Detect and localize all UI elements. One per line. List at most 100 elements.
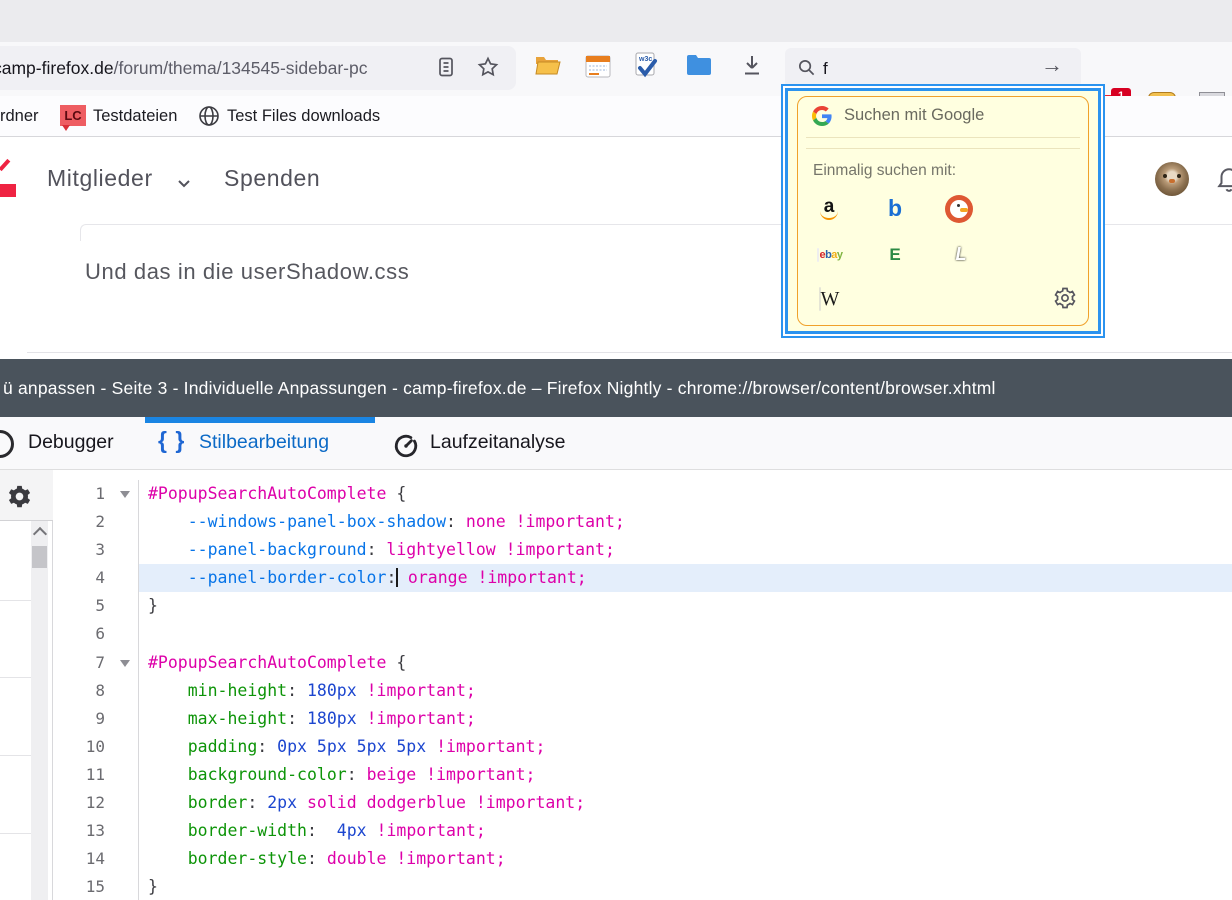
editor-line[interactable]: 2 --windows-panel-box-shadow: none !impo… [53, 508, 1232, 536]
bookmark-item-ordner[interactable]: rdner [0, 96, 39, 136]
amazon-smile-icon [820, 211, 838, 220]
code-line[interactable] [138, 620, 1232, 648]
line-number: 6 [95, 620, 105, 648]
line-number: 5 [95, 592, 105, 620]
bookmark-item-test-files[interactable]: Test Files downloads [227, 96, 380, 136]
editor-line[interactable]: 5} [53, 592, 1232, 620]
toolbox-titlebar: ü anpassen - Seite 3 - Individuelle Anpa… [0, 359, 1232, 417]
post-text: Und das in die userShadow.css [85, 259, 409, 285]
code-line[interactable]: } [138, 592, 1232, 620]
nav-mitglieder[interactable]: Mitglieder [47, 165, 153, 192]
line-number: 11 [86, 761, 105, 789]
url-path: /forum/thema/134545-sidebar-pc [114, 58, 368, 78]
line-number-gutter: 7 [53, 649, 138, 677]
engine-ecosia[interactable]: E [881, 241, 909, 269]
engine-bing[interactable]: b [881, 195, 909, 223]
url-text: camp-firefox.de/forum/thema/134545-sideb… [0, 46, 368, 90]
code-line[interactable]: --panel-background: lightyellow !importa… [138, 536, 1232, 564]
code-line[interactable]: max-height: 180px !important; [138, 705, 1232, 733]
line-number-gutter: 11 [53, 761, 138, 789]
line-number: 13 [86, 817, 105, 845]
code-line[interactable]: background-color: beige !important; [138, 761, 1232, 789]
folder-blue-icon[interactable] [686, 54, 712, 80]
bing-glyph: b [888, 195, 902, 221]
search-go-arrow-icon[interactable]: → [1041, 52, 1063, 78]
editor-line[interactable]: 11 background-color: beige !important; [53, 761, 1232, 789]
bookmark-item-testdateien[interactable]: Testdateien [93, 96, 177, 136]
code-line[interactable]: border: 2px solid dodgerblue !important; [138, 789, 1232, 817]
code-line[interactable]: --windows-panel-box-shadow: none !import… [138, 508, 1232, 536]
devtools-tabbar: Debugger { } Stilbearbeitung Laufzeitana… [0, 417, 1232, 470]
code-line[interactable]: border-style: double !important; [138, 845, 1232, 873]
list-separator [0, 833, 31, 834]
search-icon [797, 58, 816, 77]
notifications-bell-icon[interactable] [1214, 163, 1232, 195]
engine-ebay[interactable]: ebay [816, 242, 844, 270]
fold-arrow-icon[interactable] [120, 660, 130, 667]
editor-line[interactable]: 7#PopupSearchAutoComplete { [53, 649, 1232, 677]
editor-line[interactable]: 10 padding: 0px 5px 5px 5px !important; [53, 733, 1232, 761]
engine-wikipedia[interactable]: W [815, 286, 843, 314]
url-bar[interactable]: camp-firefox.de/forum/thema/134545-sideb… [0, 46, 516, 90]
folder-yellow-icon[interactable] [535, 54, 561, 80]
engine-duckduckgo[interactable] [945, 195, 973, 223]
style-editor-braces-icon: { } [158, 427, 185, 454]
fold-arrow-icon[interactable] [120, 491, 130, 498]
google-logo-icon [812, 106, 832, 126]
w3c-validator-icon[interactable]: w3c [632, 52, 658, 78]
popup-panel: Suchen mit Google Einmalig suchen mit: a… [785, 88, 1101, 334]
line-number: 2 [95, 508, 105, 536]
editor-line[interactable]: 15} [53, 873, 1232, 900]
user-avatar[interactable] [1155, 162, 1189, 196]
code-line[interactable]: min-height: 180px !important; [138, 677, 1232, 705]
tab-laufzeitanalyse[interactable]: Laufzeitanalyse [430, 431, 566, 454]
editor-line[interactable]: 9 max-height: 180px !important; [53, 705, 1232, 733]
reader-mode-icon[interactable] [434, 55, 460, 81]
line-number: 1 [95, 480, 105, 508]
code-line[interactable]: } [138, 873, 1232, 900]
editor-line[interactable]: 13 border-width: 4px !important; [53, 817, 1232, 845]
options-gear-icon[interactable] [6, 483, 33, 510]
editor-line[interactable]: 8 min-height: 180px !important; [53, 677, 1232, 705]
globe-icon[interactable] [198, 105, 220, 127]
scroll-up-arrow-icon[interactable] [33, 527, 47, 541]
active-tab-indicator [145, 417, 375, 423]
code-line[interactable]: --panel-border-color: orange !important; [138, 564, 1232, 592]
download-icon[interactable] [740, 53, 766, 79]
nav-spenden[interactable]: Spenden [224, 165, 320, 192]
stylesheet-list-sidebar [0, 470, 53, 900]
editor-line[interactable]: 6 [53, 620, 1232, 648]
editor-line[interactable]: 1 #PopupSearchAutoComplete { [53, 480, 1232, 508]
code-line[interactable]: padding: 0px 5px 5px 5px !important; [138, 733, 1232, 761]
one-time-search-label: Einmalig suchen mit: [813, 162, 956, 180]
list-separator [0, 600, 31, 601]
site-logo-fragment [0, 184, 16, 197]
line-number-gutter: 5 [53, 592, 138, 620]
search-bar[interactable]: → [785, 48, 1081, 88]
search-settings-gear-icon[interactable] [1053, 286, 1077, 310]
bookmark-lc-icon[interactable]: LC [60, 105, 86, 126]
engine-leo[interactable]: L [947, 241, 975, 269]
engine-amazon[interactable]: a [815, 195, 843, 223]
line-number: 10 [86, 733, 105, 761]
bookmark-star-icon[interactable] [476, 55, 502, 81]
sidebar-scrollbar[interactable] [31, 521, 48, 900]
editor-line[interactable]: 12 border: 2px solid dodgerblue !importa… [53, 789, 1232, 817]
sidebar-toolbar [0, 470, 53, 521]
screen: camp-firefox.de/forum/thema/134545-sideb… [0, 0, 1232, 900]
calendar-icon[interactable] [585, 54, 611, 80]
editor-line[interactable]: 3 --panel-background: lightyellow !impor… [53, 536, 1232, 564]
line-number-gutter: 13 [53, 817, 138, 845]
editor-line[interactable]: 14 border-style: double !important; [53, 845, 1232, 873]
editor-line[interactable]: 4 --panel-border-color: orange !importan… [53, 564, 1232, 592]
code-editor[interactable]: 1#PopupSearchAutoComplete {2 --windows-p… [53, 480, 1232, 900]
tab-stilbearbeitung[interactable]: Stilbearbeitung [199, 431, 329, 454]
tab-debugger[interactable]: Debugger [28, 431, 114, 454]
code-line[interactable]: #PopupSearchAutoComplete { [138, 649, 1232, 677]
code-line[interactable]: #PopupSearchAutoComplete { [138, 480, 1232, 508]
code-line[interactable]: border-width: 4px !important; [138, 817, 1232, 845]
scrollbar-thumb[interactable] [32, 546, 47, 568]
window-titlebar [0, 0, 1232, 42]
ebay-letter: y [837, 249, 843, 261]
card-divider [27, 352, 1232, 353]
